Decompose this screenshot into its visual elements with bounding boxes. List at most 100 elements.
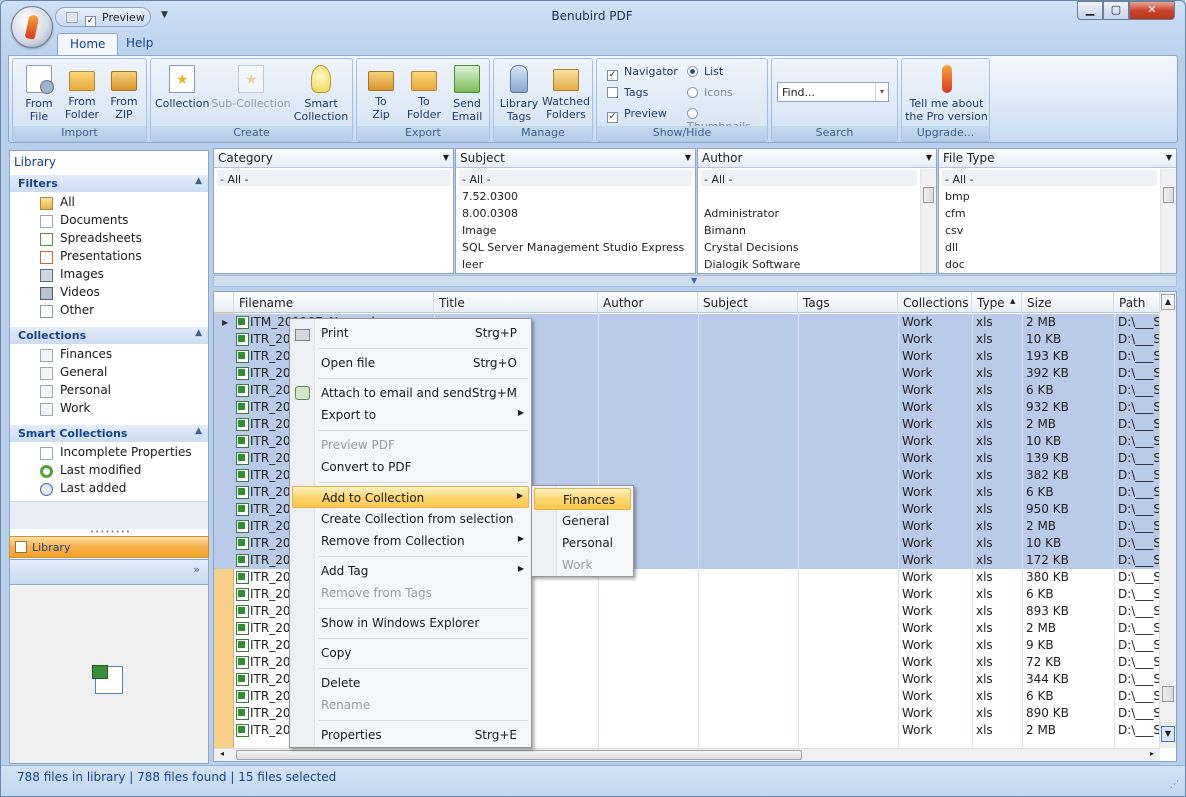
list-item[interactable]: - All -: [945, 173, 974, 186]
smart-collections-header[interactable]: Smart Collections ▲: [10, 425, 208, 442]
file-type-filter-list[interactable]: File Type ▼ - All - bmp cfm csv dll doc: [938, 148, 1177, 274]
col-filename[interactable]: Filename: [234, 292, 434, 313]
find-input[interactable]: Find...: [777, 82, 889, 102]
col-type[interactable]: Type ▲: [972, 292, 1022, 313]
file-type-scrollbar[interactable]: [1160, 169, 1176, 273]
file-type-header[interactable]: File Type ▼: [939, 149, 1176, 168]
menu-print[interactable]: Print Strg+P: [292, 322, 529, 344]
subject-filter-list[interactable]: Subject ▼ - All - 7.52.0300 8.00.0308 Ima…: [455, 148, 696, 274]
scroll-right-icon[interactable]: ▸: [1150, 749, 1154, 758]
filter-splitter[interactable]: ▼: [213, 275, 1177, 287]
list-item[interactable]: Crystal Decisions: [704, 241, 799, 254]
menu-delete[interactable]: Delete: [292, 672, 529, 694]
filters-header[interactable]: Filters ▲: [10, 175, 208, 192]
collections-header[interactable]: Collections ▲: [10, 327, 208, 344]
scroll-thumb[interactable]: [1162, 686, 1174, 702]
pro-version-button[interactable]: Tell me about the Pro version: [904, 63, 989, 123]
col-path[interactable]: Path: [1114, 292, 1160, 313]
col-title[interactable]: Title: [434, 292, 598, 313]
list-item[interactable]: - All -: [704, 173, 733, 186]
save-icon[interactable]: [66, 12, 78, 23]
library-tags-button[interactable]: Library Tags: [498, 63, 540, 123]
list-item[interactable]: doc: [945, 258, 965, 271]
collapse-icon[interactable]: ▲: [195, 328, 202, 338]
tab-home[interactable]: Home: [57, 33, 119, 56]
scroll-thumb[interactable]: [236, 750, 802, 760]
watched-folders-button[interactable]: Watched Folders: [540, 63, 592, 121]
col-tags[interactable]: Tags: [798, 292, 898, 313]
sub-collection-button[interactable]: Sub-Collection: [211, 63, 291, 110]
from-zip-button[interactable]: From ZIP: [105, 63, 143, 121]
list-item[interactable]: bmp: [945, 190, 970, 203]
splitter-grip[interactable]: ••••••••: [90, 528, 131, 536]
from-folder-button[interactable]: From Folder: [61, 63, 103, 121]
menu-create-collection[interactable]: Create Collection from selection: [292, 508, 529, 530]
list-item[interactable]: 8.00.0308: [462, 207, 518, 220]
preview-checkbox[interactable]: ✓ Preview: [607, 107, 667, 123]
navigator-checkbox[interactable]: ✓ Navigator: [607, 65, 678, 81]
col-collections[interactable]: Collections: [898, 292, 972, 313]
resize-grip-icon[interactable]: ⋰: [1170, 780, 1179, 790]
grid-horizontal-scrollbar[interactable]: ◂ ▸: [214, 748, 1160, 761]
list-item[interactable]: SQL Server Management Studio Express: [462, 241, 684, 254]
maximize-button[interactable]: ▢: [1103, 1, 1129, 20]
menu-attach-email[interactable]: Attach to email and send Strg+M: [292, 382, 529, 404]
author-filter-list[interactable]: Author ▼ - All - Administrator Bimann Cry…: [697, 148, 937, 274]
minimize-button[interactable]: ▁: [1077, 1, 1103, 20]
menu-open-file[interactable]: Open file Strg+O: [292, 352, 529, 374]
find-dropdown-icon[interactable]: ▾: [875, 83, 888, 101]
smart-collection-button[interactable]: Smart Collection: [293, 63, 349, 123]
author-scrollbar[interactable]: [920, 169, 936, 273]
send-email-button[interactable]: Send Email: [447, 63, 487, 123]
list-item[interactable]: - All -: [462, 173, 491, 186]
icons-view-radio[interactable]: Icons: [687, 86, 733, 99]
menu-show-explorer[interactable]: Show in Windows Explorer: [292, 612, 529, 634]
to-folder-button[interactable]: To Folder: [403, 63, 445, 121]
nav-library-button[interactable]: Library: [9, 536, 209, 558]
category-filter-list[interactable]: Category ▼ - All -: [213, 148, 454, 274]
author-header[interactable]: Author ▼: [698, 149, 936, 168]
menu-properties[interactable]: Properties Strg+E: [292, 724, 529, 746]
customize-qat-icon[interactable]: ▼: [161, 10, 168, 20]
grid-vertical-scrollbar[interactable]: ▲ ▼: [1159, 292, 1176, 748]
col-author[interactable]: Author: [598, 292, 698, 313]
list-item[interactable]: Dialogik Software: [704, 258, 800, 271]
list-item[interactable]: cfm: [945, 207, 966, 220]
to-zip-button[interactable]: To Zip: [361, 63, 401, 121]
list-item[interactable]: dll: [945, 241, 958, 254]
application-menu-button[interactable]: [11, 6, 53, 48]
nav-more-icon[interactable]: »: [193, 563, 200, 576]
list-item[interactable]: leer: [462, 258, 483, 271]
list-item[interactable]: Bimann: [704, 224, 746, 237]
list-view-radio[interactable]: List: [687, 65, 723, 78]
menu-remove-from-collection[interactable]: Remove from Collection ▶: [292, 530, 529, 552]
submenu-personal[interactable]: Personal: [534, 532, 631, 554]
scroll-left-icon[interactable]: ◂: [220, 749, 224, 758]
collapse-icon[interactable]: ▲: [195, 426, 202, 436]
list-item[interactable]: 7.52.0300: [462, 190, 518, 203]
submenu-finances[interactable]: Finances: [534, 488, 631, 510]
col-subject[interactable]: Subject: [698, 292, 798, 313]
list-item[interactable]: - All -: [220, 173, 249, 186]
menu-add-tag[interactable]: Add Tag ▶: [292, 560, 529, 582]
category-header[interactable]: Category ▼: [214, 149, 453, 168]
menu-convert-pdf[interactable]: Convert to PDF: [292, 456, 529, 478]
list-item[interactable]: Image: [462, 224, 496, 237]
list-item[interactable]: Administrator: [704, 207, 779, 220]
close-button[interactable]: ✕: [1129, 1, 1175, 20]
qat-preview-checkbox[interactable]: ✓: [85, 11, 102, 27]
menu-add-to-collection[interactable]: Add to Collection ▶: [292, 486, 529, 508]
collapse-icon[interactable]: ▲: [195, 176, 202, 186]
scroll-down-icon[interactable]: ▼: [1161, 726, 1175, 742]
tags-checkbox[interactable]: Tags: [607, 86, 648, 99]
tab-help[interactable]: Help: [114, 33, 165, 55]
menu-export-to[interactable]: Export to ▶: [292, 404, 529, 426]
from-file-button[interactable]: From File: [19, 63, 59, 123]
collection-button[interactable]: Collection: [155, 63, 209, 110]
list-item[interactable]: csv: [945, 224, 963, 237]
menu-copy[interactable]: Copy: [292, 642, 529, 664]
scroll-up-icon[interactable]: ▲: [1161, 294, 1175, 310]
submenu-general[interactable]: General: [534, 510, 631, 532]
subject-header[interactable]: Subject ▼: [456, 149, 695, 168]
col-size[interactable]: Size: [1022, 292, 1114, 313]
